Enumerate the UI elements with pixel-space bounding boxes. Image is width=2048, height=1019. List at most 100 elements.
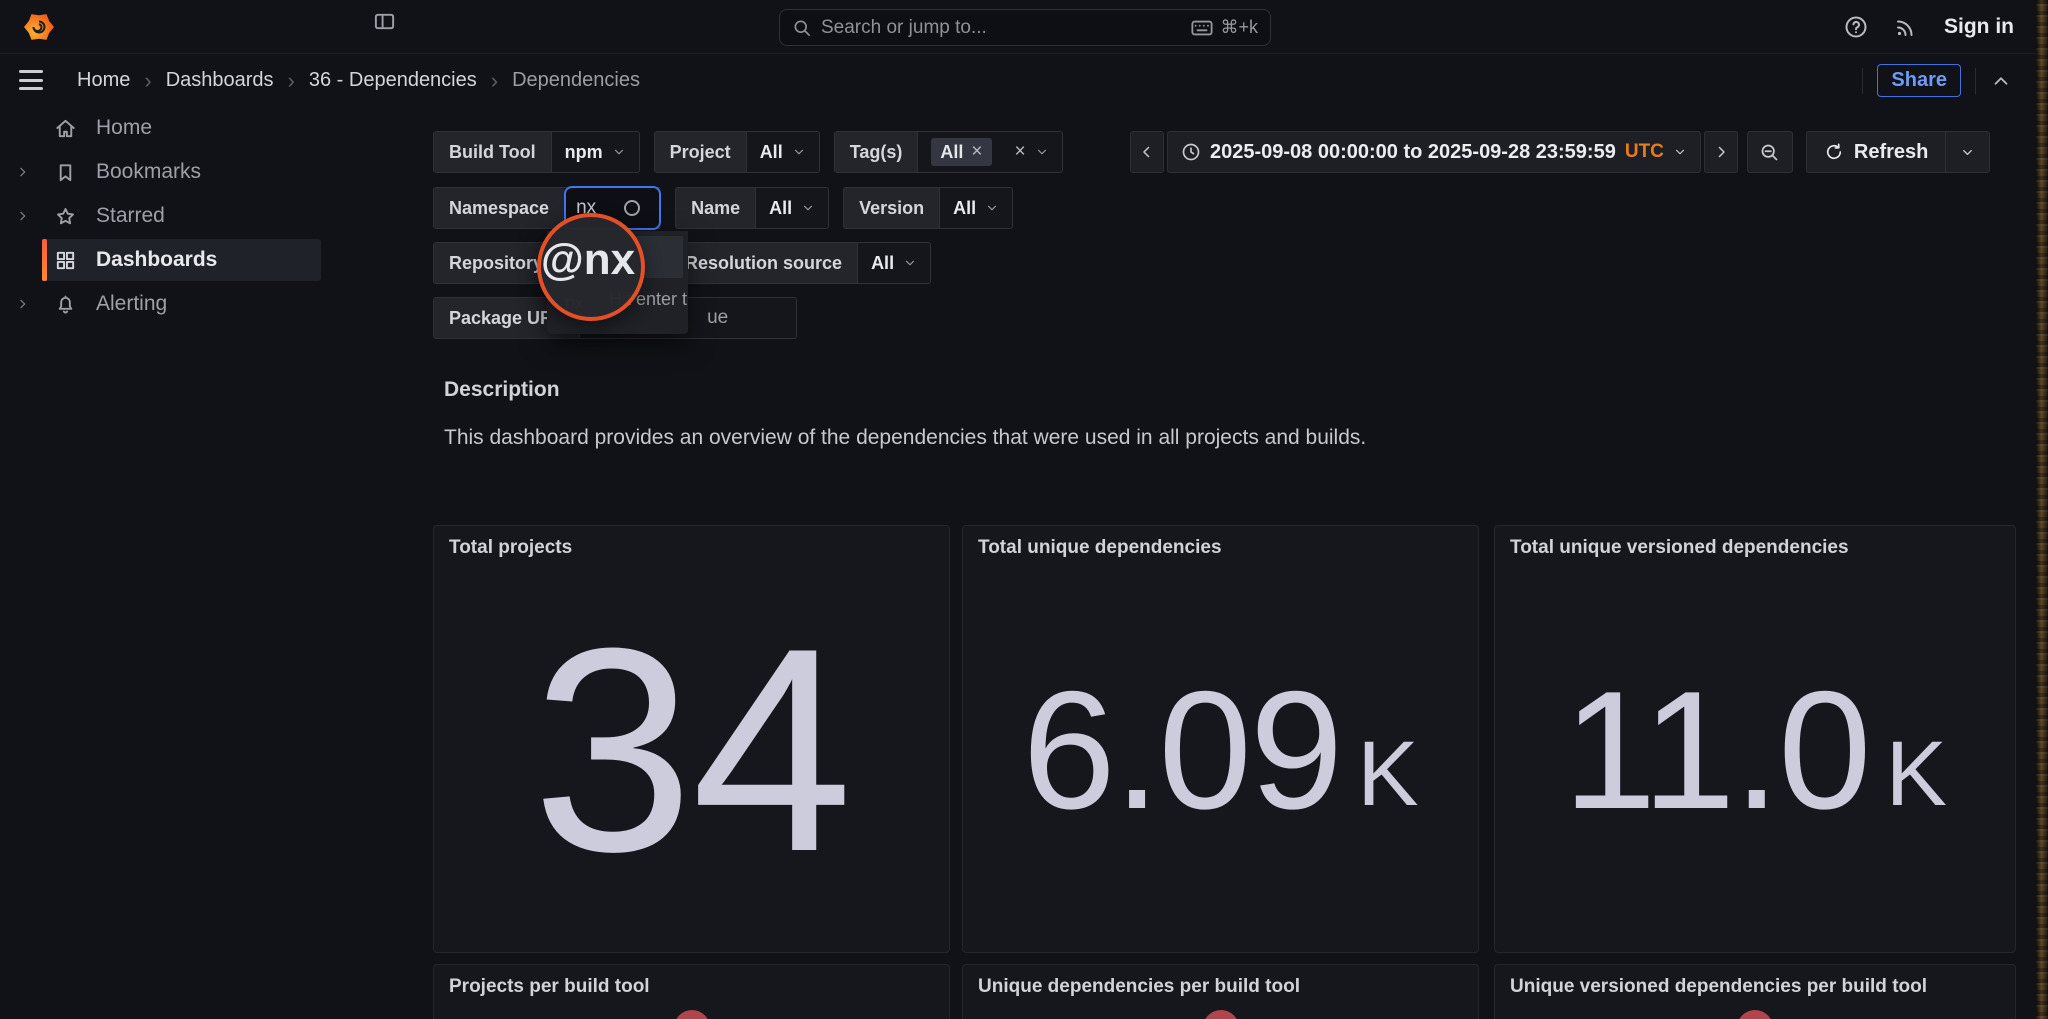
breadcrumb-home[interactable]: Home [77,69,130,92]
resolution-source-select[interactable]: All [858,243,930,283]
name-value: All [769,198,792,219]
top-bar: ⌘+k Sign in [0,0,2036,54]
tag-chip-label: All [940,142,963,163]
menu-hamburger-icon[interactable] [19,70,43,90]
panel-total-unique-versioned-dependencies[interactable]: Total unique versioned dependencies 11.0… [1494,525,2016,953]
breadcrumb-separator: › [144,68,151,94]
breadcrumb-separator: › [288,68,295,94]
loupe-magnified-text: @nx [541,235,635,285]
pie-chart-top [1203,1010,1239,1019]
breadcrumb-separator: › [491,68,498,94]
filter-version: Version All [843,187,1013,229]
sidebar-item-alerting[interactable]: Alerting [0,282,411,326]
refresh-button[interactable]: Refresh [1806,131,1946,173]
tag-chip-remove-icon[interactable]: × [971,141,982,163]
sidebar-item-dashboards[interactable]: Dashboards [0,238,411,282]
breadcrumb-folder[interactable]: 36 - Dependencies [309,69,477,92]
panel-total-unique-dependencies[interactable]: Total unique dependencies 6.09 K [962,525,1479,953]
filter-label: Name [676,188,756,228]
filter-label: Version [844,188,940,228]
loading-spinner-icon [624,200,640,216]
filter-label: Namespace [434,188,564,228]
tags-clear-icon[interactable]: × [1015,141,1026,163]
description-title: Description [444,378,560,402]
help-icon[interactable] [1844,15,1868,39]
chevron-right-icon[interactable] [16,166,29,179]
breadcrumb-dashboards[interactable]: Dashboards [166,69,274,92]
share-button[interactable]: Share [1877,64,1961,97]
filter-build-tool: Build Tool npm [433,131,640,173]
version-value: All [953,198,976,219]
filter-project: Project All [654,131,820,173]
sidebar-item-home[interactable]: Home [0,106,411,150]
panel-projects-per-build-tool[interactable]: Projects per build tool [433,964,950,1019]
breadcrumb: Home › Dashboards › 36 - Dependencies › … [77,55,640,106]
filter-tags: Tag(s) All × × [834,131,1063,173]
home-icon [54,117,77,140]
refresh-icon [1824,142,1844,162]
panel-title[interactable]: Projects per build tool [449,976,650,998]
panel-unique-versioned-dependencies-per-build-tool[interactable]: Unique versioned dependencies per build … [1494,964,2016,1019]
chevron-down-icon [612,145,626,159]
name-select[interactable]: All [756,188,828,228]
sign-in-button[interactable]: Sign in [1944,15,2014,39]
divider [1975,68,1976,94]
time-shift-back-button[interactable] [1130,131,1164,173]
stat-number: 11.0 [1563,666,1870,834]
desktop-background-edge [2036,0,2048,1019]
topbar-actions: Sign in [1844,0,2014,54]
search-input[interactable] [821,17,1182,39]
time-zoom-out-button[interactable] [1747,131,1793,173]
bell-icon [54,293,77,316]
nav-sidebar: Home Bookmarks Starred Dashboards [0,106,411,326]
refresh-interval-dropdown[interactable] [1946,131,1990,173]
sidebar-item-label: Dashboards [96,248,217,272]
time-controls: 2025-09-08 00:00:00 to 2025-09-28 23:59:… [1130,131,1990,173]
filter-row-1: Build Tool npm Project All Tag(s) All × … [433,131,1063,173]
sidebar-item-bookmarks[interactable]: Bookmarks [0,150,411,194]
breadcrumb-actions: Share [1862,55,2012,106]
tags-select[interactable]: All × × [918,132,1061,172]
refresh-label: Refresh [1854,141,1928,164]
panel-total-projects[interactable]: Total projects 34 [433,525,950,953]
build-tool-select[interactable]: npm [552,132,639,172]
project-select[interactable]: All [747,132,819,172]
stat-value: 6.09 K [963,526,1478,952]
chevron-right-icon[interactable] [16,298,29,311]
chevron-right-icon [1712,143,1730,161]
grafana-logo-icon[interactable] [24,12,54,42]
global-search[interactable]: ⌘+k [779,9,1271,46]
panel-title[interactable]: Unique versioned dependencies per build … [1510,976,1927,998]
grafana-swirl-shape [28,16,50,38]
chevron-down-icon [903,256,917,270]
cursor-magnifier-loupe: @nx [537,213,645,321]
time-range-picker[interactable]: 2025-09-08 00:00:00 to 2025-09-28 23:59:… [1167,131,1701,173]
panel-unique-dependencies-per-build-tool[interactable]: Unique dependencies per build tool [962,964,1479,1019]
bookmark-icon [54,161,77,184]
breadcrumb-bar: Home › Dashboards › 36 - Dependencies › … [0,55,2036,106]
filter-label: Tag(s) [835,132,919,172]
filter-label: Build Tool [434,132,552,172]
chevron-down-icon [1035,145,1049,159]
breadcrumb-current: Dependencies [512,69,640,92]
version-select[interactable]: All [940,188,1012,228]
filter-row-2: Namespace Name All Version All [433,187,1013,229]
stat-number: 6.09 [1022,666,1341,834]
filter-namespace: Namespace [433,187,661,229]
pie-chart-top [674,1010,710,1019]
chevron-right-icon[interactable] [16,210,29,223]
search-shortcut-label: ⌘+k [1220,17,1258,38]
sidebar-item-starred[interactable]: Starred [0,194,411,238]
star-icon [54,205,77,228]
time-range-text: 2025-09-08 00:00:00 to 2025-09-28 23:59:… [1210,141,1616,164]
tag-chip[interactable]: All × [931,138,991,166]
package-url-visible-text: ue [707,307,728,329]
panel-title[interactable]: Unique dependencies per build tool [978,976,1300,998]
sidebar-item-label: Home [96,116,152,140]
news-rss-icon[interactable] [1894,15,1918,39]
chevron-down-icon [985,201,999,215]
collapse-toolbar-chevron-up-icon[interactable] [1990,70,2012,92]
dock-sidebar-icon[interactable] [373,10,396,33]
time-shift-forward-button[interactable] [1704,131,1738,173]
stat-number: 34 [532,605,851,895]
